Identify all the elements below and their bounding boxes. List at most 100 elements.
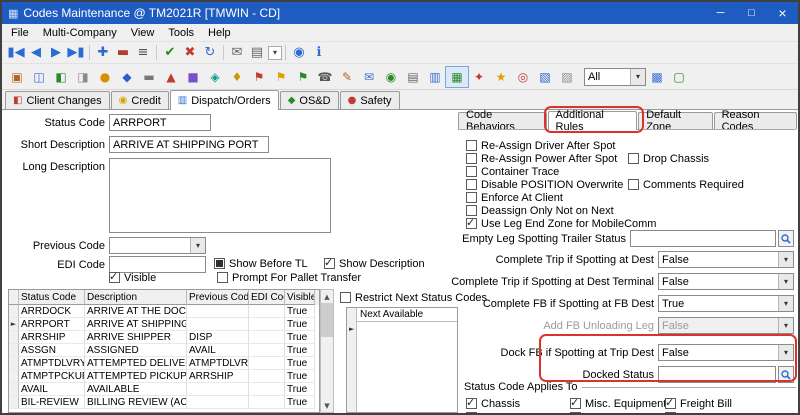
print-icon[interactable]: ▤	[247, 43, 267, 63]
close-button[interactable]: ×	[767, 2, 798, 24]
menu-help[interactable]: Help	[201, 24, 238, 41]
table-row[interactable]: ►ARRPORTARRIVE AT SHIPPING PORTTrue	[9, 318, 319, 331]
duplicate-record-icon[interactable]: ≡	[133, 43, 153, 63]
tab-safety[interactable]: ● Safety	[340, 91, 400, 109]
maximize-button[interactable]: □	[736, 2, 767, 24]
chevron-down-icon[interactable]: ▾	[778, 252, 793, 267]
checkbox-freight-bill[interactable]: Freight Bill	[665, 397, 732, 410]
checkbox-reassign-power-after-spot[interactable]: Re-Assign Power After Spot	[466, 152, 617, 165]
mail2-icon[interactable]: ✉	[358, 67, 380, 87]
grid-scrollbar[interactable]: ▲ ▼	[320, 289, 334, 413]
layout-icon[interactable]: ▩	[646, 67, 668, 87]
menu-tools[interactable]: Tools	[161, 24, 201, 41]
tab-default-zone[interactable]: Default Zone	[638, 112, 712, 129]
phone-icon[interactable]: ☎	[314, 67, 336, 87]
checkbox-reassign-driver-after-spot[interactable]: Re-Assign Driver After Spot	[466, 139, 616, 152]
scroll-up-icon[interactable]: ▲	[324, 290, 329, 303]
chevron-down-icon[interactable]: ▾	[778, 296, 793, 311]
docked-status-lookup-button[interactable]	[778, 366, 794, 383]
table-row[interactable]: ATMPTPCKUPATTEMPTED PICKUPARRSHIPTrue	[9, 370, 319, 383]
checkbox-deassign-only-not-on-next[interactable]: Deassign Only Not on Next	[466, 204, 614, 217]
checkbox-power-unit[interactable]: Power Unit	[570, 411, 639, 413]
grid-column-header[interactable]: Previous Code	[187, 290, 249, 305]
window-list-icon[interactable]: ▢	[668, 67, 690, 87]
long-description-input[interactable]	[109, 158, 331, 233]
codes-maintenance-icon[interactable]: ▦	[446, 67, 468, 87]
commodity-icon[interactable]: ■	[182, 67, 204, 87]
info-icon[interactable]: ℹ	[309, 43, 329, 63]
scroll-thumb[interactable]	[321, 303, 333, 337]
web-icon[interactable]: ◉	[289, 43, 309, 63]
table-row[interactable]: AVAILAVAILABLETrue	[9, 383, 319, 396]
tab-reason-codes[interactable]: Reason Codes	[714, 112, 797, 129]
target-icon[interactable]: ◎	[512, 67, 534, 87]
tab-dispatch-orders[interactable]: ▥ Dispatch/Orders	[170, 90, 279, 110]
print-options-dropdown[interactable]: ▾	[268, 46, 282, 60]
chevron-down-icon[interactable]: ▾	[630, 69, 645, 85]
flag-green-icon[interactable]: ⚑	[292, 67, 314, 87]
checkbox-disable-position-overwrite[interactable]: Disable POSITION Overwrite	[466, 178, 623, 191]
table-row[interactable]: ARRDOCKARRIVE AT THE DOCKTrue	[9, 305, 319, 318]
checkbox-container-trace[interactable]: Container Trace	[466, 165, 559, 178]
report-icon[interactable]: ▨	[556, 67, 578, 87]
checkbox-chassis[interactable]: Chassis	[466, 397, 520, 410]
filter-select[interactable]: All ▾	[584, 68, 646, 86]
invoice-icon[interactable]: ▤	[402, 67, 424, 87]
tractor-icon[interactable]: ◆	[116, 67, 138, 87]
add-record-icon[interactable]: ✚	[93, 43, 113, 63]
checkbox-visible[interactable]: Visible	[109, 271, 156, 284]
first-record-icon[interactable]: ▮◀	[6, 43, 26, 63]
routes-icon[interactable]: ◈	[204, 67, 226, 87]
table-row[interactable]: ARRSHIPARRIVE SHIPPERDISPTrue	[9, 331, 319, 344]
checkbox-misc-equipment[interactable]: Misc. Equipment	[570, 397, 666, 410]
driver-icon[interactable]: ●	[94, 67, 116, 87]
chevron-down-icon[interactable]: ▾	[778, 345, 793, 360]
save-icon[interactable]: ✔	[160, 43, 180, 63]
complete-fb-spotting-select[interactable]: True ▾	[658, 295, 794, 312]
tab-additional-rules[interactable]: Additional Rules	[548, 111, 638, 130]
checkbox-prompt-pallet-transfer[interactable]: Prompt For Pallet Transfer	[217, 271, 361, 284]
previous-code-select[interactable]: ▾	[109, 237, 206, 254]
grid-column-header[interactable]: Visible	[285, 290, 315, 305]
checkbox-trailer[interactable]: Trailer	[665, 411, 711, 413]
complete-trip-dest-select[interactable]: False ▾	[658, 251, 794, 268]
complete-trip-dest-terminal-select[interactable]: False ▾	[658, 273, 794, 290]
trailer-icon[interactable]: ▬	[138, 67, 160, 87]
prev-record-icon[interactable]: ◀	[26, 43, 46, 63]
chevron-down-icon[interactable]: ▾	[778, 274, 793, 289]
mail-icon[interactable]: ✉	[227, 43, 247, 63]
notes-icon[interactable]: ✎	[336, 67, 358, 87]
docked-status-input[interactable]	[658, 366, 776, 383]
orders-icon[interactable]: ▥	[424, 67, 446, 87]
tab-credit[interactable]: ◉ Credit	[111, 91, 169, 109]
checkbox-drop-chassis[interactable]: Drop Chassis	[628, 152, 709, 165]
chevron-down-icon[interactable]: ▾	[190, 238, 205, 253]
refresh-icon[interactable]: ↻	[200, 43, 220, 63]
scroll-down-icon[interactable]: ▼	[324, 399, 329, 412]
star-icon[interactable]: ★	[490, 67, 512, 87]
checkbox-show-before-tl[interactable]: Show Before TL	[214, 257, 308, 270]
empty-leg-status-lookup-button[interactable]	[778, 230, 794, 247]
grid-column-header[interactable]: Description	[85, 290, 187, 305]
vendor-icon[interactable]: ◨	[72, 67, 94, 87]
last-record-icon[interactable]: ▶▮	[66, 43, 86, 63]
grid-column-header[interactable]: Status Code	[19, 290, 85, 305]
short-description-input[interactable]	[109, 136, 269, 153]
map-icon[interactable]: ▧	[534, 67, 556, 87]
menu-view[interactable]: View	[124, 24, 162, 41]
branch-icon[interactable]: ◫	[28, 67, 50, 87]
checkbox-enforce-at-client[interactable]: Enforce At Client	[466, 191, 563, 204]
empty-leg-status-input[interactable]	[630, 230, 776, 247]
status-grid[interactable]: Status CodeDescriptionPrevious CodeEDI C…	[8, 289, 320, 413]
company-icon[interactable]: ▣	[6, 67, 28, 87]
next-record-icon[interactable]: ▶	[46, 43, 66, 63]
tab-code-behaviors[interactable]: Code Behaviors	[458, 112, 547, 129]
tab-client-changes[interactable]: ◧ Client Changes	[5, 91, 110, 109]
delete-record-icon[interactable]: ▬	[113, 43, 133, 63]
cancel-icon[interactable]: ✖	[180, 43, 200, 63]
grid-column-header[interactable]: EDI Code	[249, 290, 285, 305]
table-row[interactable]: BIL-REVIEWBILLING REVIEW (ACTrue	[9, 396, 319, 409]
menu-multi-company[interactable]: Multi-Company	[36, 24, 124, 41]
minimize-button[interactable]: ─	[705, 2, 736, 24]
flag-red-icon[interactable]: ⚑	[248, 67, 270, 87]
